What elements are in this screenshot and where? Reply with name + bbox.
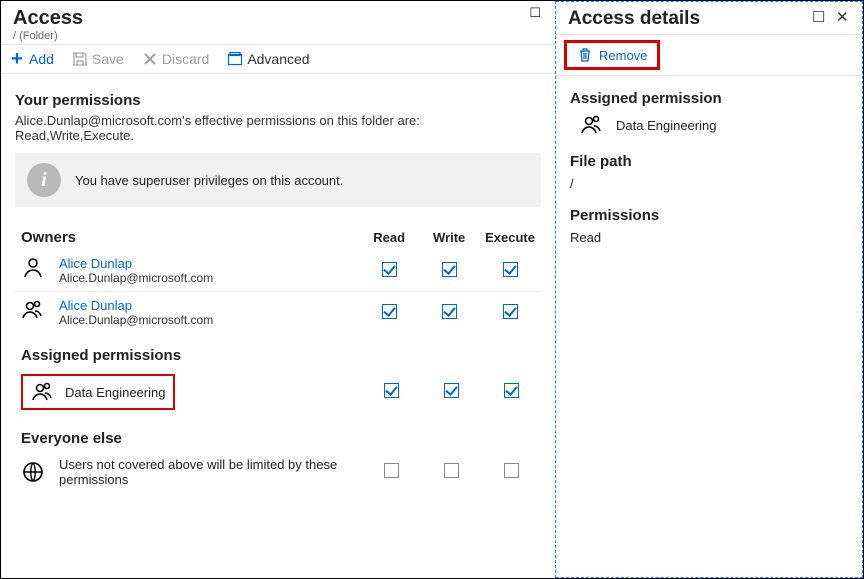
read-checkbox[interactable]: [382, 304, 397, 319]
col-read: Read: [359, 225, 419, 250]
assigned-permission-title: Assigned permission: [570, 90, 848, 107]
plus-icon: +: [9, 51, 25, 67]
add-label: Add: [29, 51, 54, 67]
execute-checkbox[interactable]: [503, 304, 518, 319]
save-label: Save: [92, 51, 124, 67]
advanced-icon: [227, 51, 243, 67]
details-toolbar: Remove: [556, 34, 862, 76]
group-icon: [580, 113, 604, 137]
table-row[interactable]: Alice Dunlap Alice.Dunlap@microsoft.com: [15, 292, 541, 334]
execute-checkbox[interactable]: [504, 383, 519, 398]
read-checkbox[interactable]: [384, 383, 399, 398]
access-subtitle: / (Folder): [13, 30, 543, 42]
group-icon: [21, 298, 45, 322]
table-row[interactable]: Data Engineering: [15, 368, 541, 416]
assigned-name: Data Engineering: [65, 385, 165, 400]
write-checkbox[interactable]: [444, 463, 459, 478]
col-write: Write: [419, 225, 479, 250]
remove-label: Remove: [599, 48, 647, 63]
maximize-icon[interactable]: ☐: [812, 8, 828, 26]
file-path-value: /: [570, 176, 848, 191]
group-icon: [31, 380, 55, 404]
permissions-title: Permissions: [570, 207, 848, 224]
owner-name: Alice Dunlap: [59, 256, 213, 271]
assigned-permission-value: Data Engineering: [616, 118, 716, 133]
owner-name: Alice Dunlap: [59, 298, 213, 313]
table-row[interactable]: Alice Dunlap Alice.Dunlap@microsoft.com: [15, 250, 541, 292]
info-icon: i: [27, 163, 61, 197]
assigned-table: Assigned permissions Data Engineering: [15, 343, 541, 416]
discard-label: Discard: [162, 51, 209, 67]
col-exec: Execute: [479, 225, 541, 250]
read-checkbox[interactable]: [384, 463, 399, 478]
x-icon: [142, 51, 158, 67]
save-button: Save: [72, 51, 124, 67]
details-content: Assigned permission Data Engineering Fil…: [556, 76, 862, 255]
permissions-value: Read: [570, 230, 848, 245]
maximize-icon[interactable]: ☐: [529, 5, 541, 21]
write-checkbox[interactable]: [442, 262, 457, 277]
file-path-title: File path: [570, 153, 848, 170]
assigned-title: Assigned permissions: [21, 347, 181, 364]
everyone-text: Users not covered above will be limited …: [59, 457, 339, 487]
remove-button[interactable]: Remove: [564, 40, 660, 70]
write-checkbox[interactable]: [444, 383, 459, 398]
discard-button: Discard: [142, 51, 209, 67]
assigned-highlight: Data Engineering: [21, 374, 175, 410]
everyone-table: Everyone else Users not covered above wi…: [15, 426, 541, 493]
write-checkbox[interactable]: [442, 304, 457, 319]
advanced-button[interactable]: Advanced: [227, 51, 309, 67]
access-panel: Access / (Folder) ☐ + Add Save Discard: [1, 1, 556, 578]
owners-table: Owners Read Write Execute: [15, 225, 541, 333]
owners-title: Owners: [21, 229, 76, 246]
trash-icon: [577, 47, 593, 63]
table-row[interactable]: Users not covered above will be limited …: [15, 451, 541, 493]
read-checkbox[interactable]: [382, 262, 397, 277]
details-title: Access details: [568, 8, 700, 29]
person-icon: [21, 256, 45, 280]
advanced-label: Advanced: [247, 51, 309, 67]
info-text: You have superuser privileges on this ac…: [75, 173, 343, 188]
access-toolbar: + Add Save Discard Advanced: [1, 44, 555, 74]
details-header: Access details ☐ ✕: [556, 2, 862, 34]
your-permissions-title: Your permissions: [15, 92, 541, 109]
info-bar: i You have superuser privileges on this …: [15, 153, 541, 207]
access-content: Your permissions Alice.Dunlap@microsoft.…: [1, 74, 555, 578]
globe-icon: [21, 460, 45, 484]
execute-checkbox[interactable]: [503, 262, 518, 277]
details-panel: Access details ☐ ✕ Remove Assigned permi…: [556, 1, 863, 578]
execute-checkbox[interactable]: [504, 463, 519, 478]
owner-email: Alice.Dunlap@microsoft.com: [59, 271, 213, 285]
close-icon[interactable]: ✕: [836, 8, 852, 26]
everyone-title: Everyone else: [21, 430, 122, 447]
access-title: Access: [13, 7, 543, 30]
owner-email: Alice.Dunlap@microsoft.com: [59, 313, 213, 327]
access-header: Access / (Folder) ☐: [1, 1, 555, 44]
your-permissions-text: Alice.Dunlap@microsoft.com's effective p…: [15, 113, 541, 143]
add-button[interactable]: + Add: [9, 51, 54, 67]
save-icon: [72, 51, 88, 67]
